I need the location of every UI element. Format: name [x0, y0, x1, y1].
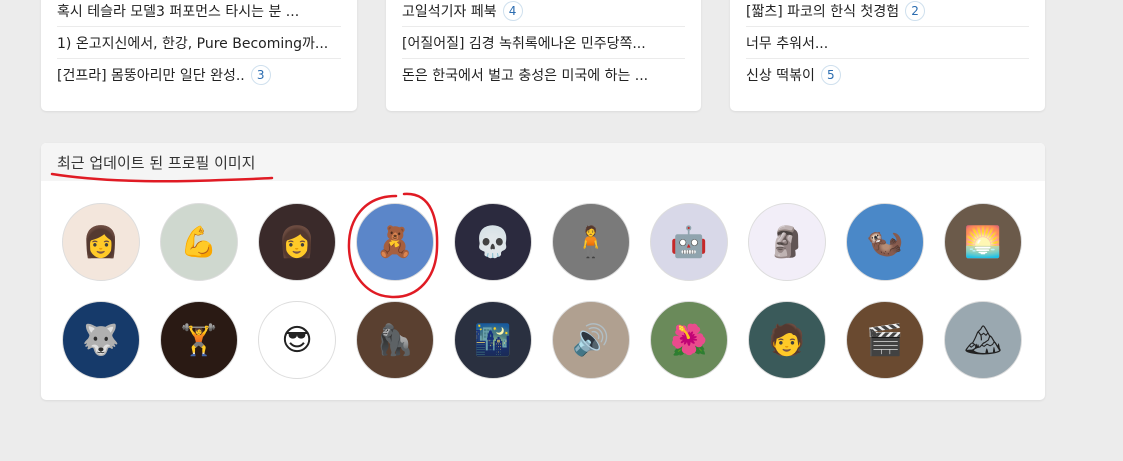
page: 혹시 테슬라 모델3 퍼포먼스 타시는 분 ... 1) 온고지신에서, 한강,…	[0, 0, 1123, 461]
list-item-title[interactable]: [어질어질] 김경 녹취록에나온 민주당쪽...	[402, 33, 646, 53]
woman-portrait-avatar[interactable]: 👩	[62, 203, 140, 281]
red-circle-annotation	[347, 192, 439, 299]
flower-garden-avatar[interactable]: 🌺	[650, 301, 728, 379]
list-card-2: 고일석기자 페북 4 [어질어질] 김경 녹취록에나온 민주당쪽... 돈은 한국…	[386, 0, 701, 111]
list-item[interactable]: 신상 떡볶이 5	[746, 58, 1029, 90]
red-underline-annotation	[50, 172, 274, 183]
snowy-mountain-avatar[interactable]: 🏔	[944, 301, 1022, 379]
comment-count-badge: 3	[250, 64, 271, 85]
list-card-1: 혹시 테슬라 모델3 퍼포먼스 타시는 분 ... 1) 온고지신에서, 한강,…	[41, 0, 357, 111]
list-card-3: [짧츠] 파코의 한식 첫경험 2 너무 추워서... 신상 떡볶이 5	[730, 0, 1045, 111]
list-item[interactable]: 돈은 한국에서 벌고 충성은 미국에 하는 ...	[402, 58, 685, 90]
robot-mecha-avatar[interactable]: 🤖	[650, 203, 728, 281]
list-item-title[interactable]: 너무 추워서...	[746, 33, 828, 53]
night-scene-avatar[interactable]: 🌃	[454, 301, 532, 379]
tattooed-man-avatar[interactable]: 🧑	[748, 301, 826, 379]
comment-count-badge: 5	[820, 64, 841, 85]
avatar-row: 👩 💪 👩 🧸 💀 🧍 🤖 🗿 🦦 🌅	[62, 203, 1022, 281]
avatar-row: 🐺 🏋 😎 🦍 🌃 🔊 🌺 🧑 🎬 🏔	[62, 301, 1022, 379]
wolf-night-avatar[interactable]: 🐺	[62, 301, 140, 379]
sunset-landscape-avatar[interactable]: 🌅	[944, 203, 1022, 281]
list-item[interactable]: [어질어질] 김경 녹취록에나온 민주당쪽...	[402, 26, 685, 58]
list-item-title[interactable]: [건프라] 몸뚱아리만 일단 완성..	[57, 65, 245, 85]
speaker-device-avatar[interactable]: 🔊	[552, 301, 630, 379]
list-item[interactable]: [건프라] 몸뚱아리만 일단 완성.. 3	[57, 58, 341, 90]
bw-figure-avatar[interactable]: 🧍	[552, 203, 630, 281]
ubermensch-logo-avatar[interactable]: 💪	[160, 203, 238, 281]
list-item[interactable]: 고일석기자 페북 4	[402, 0, 685, 26]
list-item[interactable]: 너무 추워서...	[746, 26, 1029, 58]
film-clapper-avatar[interactable]: 🎬	[846, 301, 924, 379]
mariachi-skeleton-avatar[interactable]: 💀	[454, 203, 532, 281]
statue-bust-avatar[interactable]: 🗿	[748, 203, 826, 281]
muscle-torso-avatar[interactable]: 🏋	[160, 301, 238, 379]
list-item-title[interactable]: 1) 온고지신에서, 한강, Pure Becoming까...	[57, 33, 328, 53]
comment-count-badge: 4	[502, 0, 523, 21]
list-item-title[interactable]: 돈은 한국에서 벌고 충성은 미국에 하는 ...	[402, 65, 648, 85]
list-item[interactable]: 혹시 테슬라 모델3 퍼포먼스 타시는 분 ...	[57, 0, 341, 26]
list-item[interactable]: [짧츠] 파코의 한식 첫경험 2	[746, 0, 1029, 26]
list-item-title[interactable]: 혹시 테슬라 모델3 퍼포먼스 타시는 분 ...	[57, 1, 299, 21]
list-item-title[interactable]: [짧츠] 파코의 한식 첫경험	[746, 1, 899, 21]
otter-avatar[interactable]: 🦦	[846, 203, 924, 281]
list-item-title[interactable]: 신상 떡볶이	[746, 65, 815, 85]
comment-count-badge: 2	[905, 0, 926, 21]
woman-closeup-avatar[interactable]: 👩	[258, 203, 336, 281]
avatar-grid: 👩 💪 👩 🧸 💀 🧍 🤖 🗿 🦦 🌅 🐺 🏋 😎 🦍 🌃 🔊 🌺 🧑 🎬 🏔	[62, 203, 1022, 399]
list-item-title[interactable]: 고일석기자 페북	[402, 1, 497, 21]
ape-face-avatar[interactable]: 🦍	[356, 301, 434, 379]
sunglasses-cartoon-avatar[interactable]: 😎	[258, 301, 336, 379]
list-item[interactable]: 1) 온고지신에서, 한강, Pure Becoming까...	[57, 26, 341, 58]
